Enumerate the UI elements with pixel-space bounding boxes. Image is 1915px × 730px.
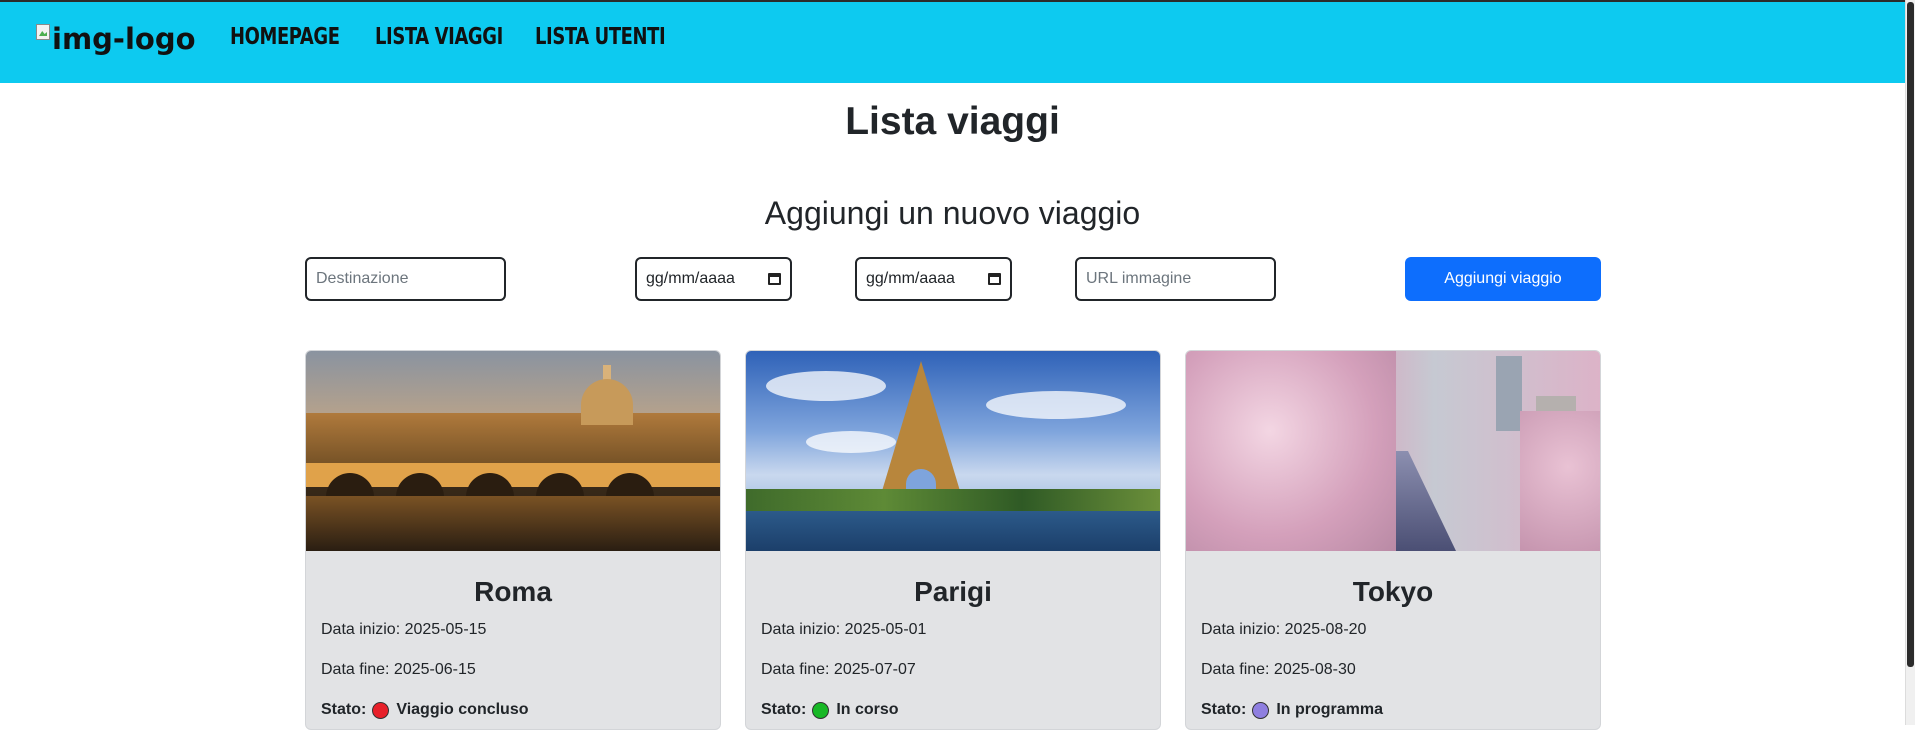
trip-end-date: Data fine: 2025-07-07 (761, 661, 916, 678)
calendar-icon[interactable] (768, 273, 781, 285)
end-date-value: gg/mm/aaaa (866, 270, 955, 287)
form-title: Aggiungi un nuovo viaggio (764, 195, 1141, 231)
status-label: Stato: (321, 701, 367, 718)
trip-image-tokyo (1186, 351, 1600, 551)
start-date-value: gg/mm/aaaa (646, 270, 735, 287)
scrollbar-thumb[interactable] (1907, 2, 1914, 667)
trip-end-date: Data fine: 2025-08-30 (1201, 661, 1356, 678)
status-dot-icon (372, 701, 390, 719)
status-label: Stato: (1201, 701, 1247, 718)
calendar-icon[interactable] (988, 273, 1001, 285)
trip-status: Stato: Viaggio concluso (321, 701, 529, 719)
status-label: Stato: (761, 701, 807, 718)
nav-link-lista-viaggi[interactable]: LISTA VIAGGI (375, 24, 503, 50)
nav-link-homepage[interactable]: HOMEPAGE (230, 24, 340, 50)
status-dot-icon (812, 701, 830, 719)
logo[interactable]: img-logo (36, 22, 196, 56)
trip-card: Parigi Data inizio: 2025-05-01 Data fine… (745, 350, 1161, 730)
start-date-input[interactable]: gg/mm/aaaa (635, 257, 792, 301)
status-value: Viaggio concluso (396, 701, 529, 718)
add-trip-button[interactable]: Aggiungi viaggio (1405, 257, 1601, 301)
trip-image-roma (306, 351, 720, 551)
broken-image-icon (36, 24, 50, 40)
status-value: In programma (1276, 701, 1384, 718)
trip-image-parigi (746, 351, 1160, 551)
trip-end-date: Data fine: 2025-06-15 (321, 661, 476, 678)
status-value: In corso (836, 701, 899, 718)
nav-link-lista-utenti[interactable]: LISTA UTENTI (535, 24, 666, 50)
status-dot-icon (1252, 701, 1270, 719)
trip-start-date: Data inizio: 2025-05-01 (761, 621, 927, 638)
trip-title: Tokyo (1352, 576, 1434, 607)
trip-start-date: Data inizio: 2025-08-20 (1201, 621, 1367, 638)
page-title: Lista viaggi (845, 100, 1060, 143)
trip-status: Stato: In corso (761, 701, 899, 719)
trip-title: Parigi (914, 576, 992, 607)
trip-title: Roma (474, 576, 552, 607)
trip-card: Tokyo Data inizio: 2025-08-20 Data fine:… (1185, 350, 1601, 730)
image-url-input[interactable]: URL immagine (1075, 257, 1276, 301)
trip-start-date: Data inizio: 2025-05-15 (321, 621, 487, 638)
trip-card: Roma Data inizio: 2025-05-15 Data fine: … (305, 350, 721, 730)
vertical-scrollbar[interactable] (1905, 0, 1915, 725)
trip-status: Stato: In programma (1201, 701, 1383, 719)
destination-input[interactable]: Destinazione (305, 257, 506, 301)
end-date-input[interactable]: gg/mm/aaaa (855, 257, 1012, 301)
logo-alt-text: img-logo (52, 22, 196, 56)
top-navbar: img-logo HOMEPAGE LISTA VIAGGI LISTA UTE… (0, 0, 1905, 83)
